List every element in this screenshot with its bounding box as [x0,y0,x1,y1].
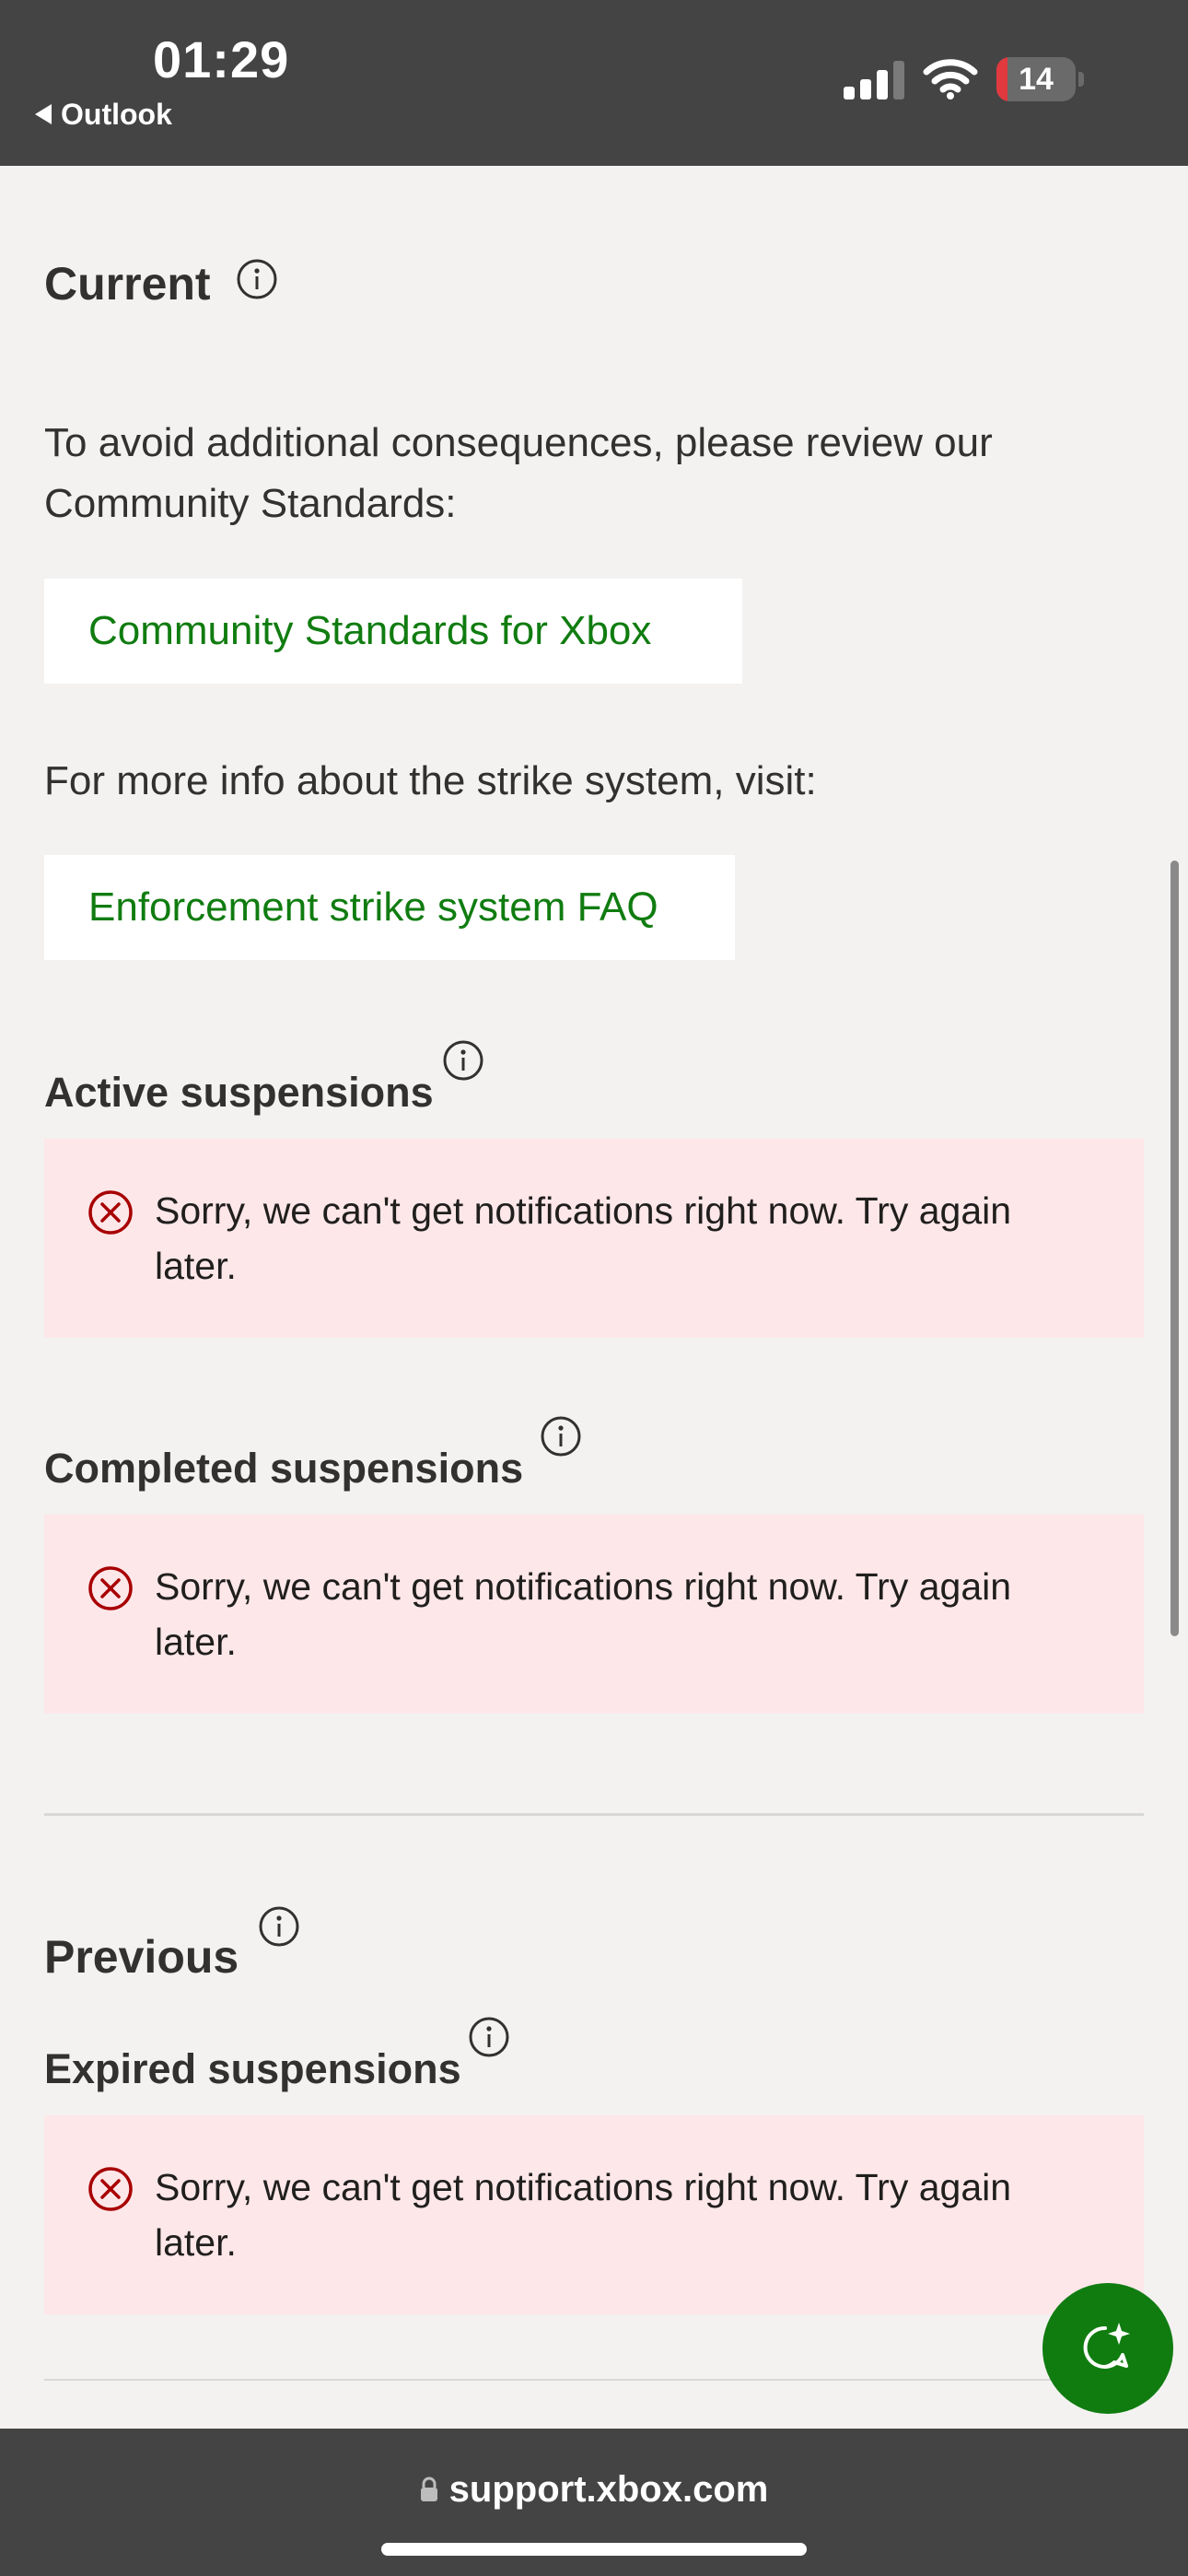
info-icon[interactable] [258,1905,300,1948]
error-message: Sorry, we can't get notifications right … [155,2166,1012,2264]
battery-level: 14 [1019,62,1054,97]
wifi-icon [923,59,978,100]
status-bar: 01:29 Outlook 14 [0,0,1188,166]
page-content[interactable]: Current To avoid additional consequences… [0,166,1188,2429]
lock-icon [420,2476,437,2501]
error-message: Sorry, we can't get notifications right … [155,1189,1012,1287]
cellular-signal-icon [844,61,904,100]
url-display[interactable]: support.xbox.com [0,2464,1188,2515]
completed-suspensions-heading: Completed suspensions [44,1445,524,1492]
home-indicator[interactable] [381,2543,807,2556]
active-suspensions-heading: Active suspensions [44,1069,434,1116]
section-divider [44,2379,1144,2381]
status-time: 01:29 [153,30,290,88]
info-icon[interactable] [236,258,278,300]
active-suspensions-error: Sorry, we can't get notifications right … [44,1139,1144,1338]
community-standards-link[interactable]: Community Standards for Xbox [44,579,742,684]
page-scrollbar[interactable] [1171,861,1179,1636]
completed-suspensions-error: Sorry, we can't get notifications right … [44,1515,1144,1714]
info-icon[interactable] [540,1415,582,1458]
expired-suspensions-error: Sorry, we can't get notifications right … [44,2115,1144,2314]
info-icon[interactable] [442,1039,484,1082]
back-arrow-icon [35,104,52,124]
chat-sparkle-icon [1083,2323,1130,2369]
strike-info-text: For more info about the strike system, v… [44,758,817,803]
info-icon[interactable] [468,2016,510,2058]
strike-faq-link[interactable]: Enforcement strike system FAQ [44,855,735,960]
battery-icon: 14 [996,57,1085,101]
battery-cap [1078,72,1084,87]
previous-heading: Previous [44,1931,239,1983]
error-message: Sorry, we can't get notifications right … [155,1565,1012,1663]
intro-text: To avoid additional consequences, please… [44,420,993,526]
error-circle-x-icon [88,2167,133,2211]
current-heading: Current [44,258,211,310]
url-domain: support.xbox.com [448,2468,769,2510]
error-circle-x-icon [88,1190,133,1235]
back-app-label: Outlook [61,97,172,131]
browser-url-bar[interactable]: support.xbox.com [0,2429,1188,2576]
expired-suspensions-heading: Expired suspensions [44,2045,461,2092]
section-divider [44,1813,1144,1816]
error-circle-x-icon [88,1566,133,1610]
virtual-agent-chat-button[interactable] [1042,2283,1173,2414]
back-to-app-button[interactable]: Outlook [35,96,172,133]
